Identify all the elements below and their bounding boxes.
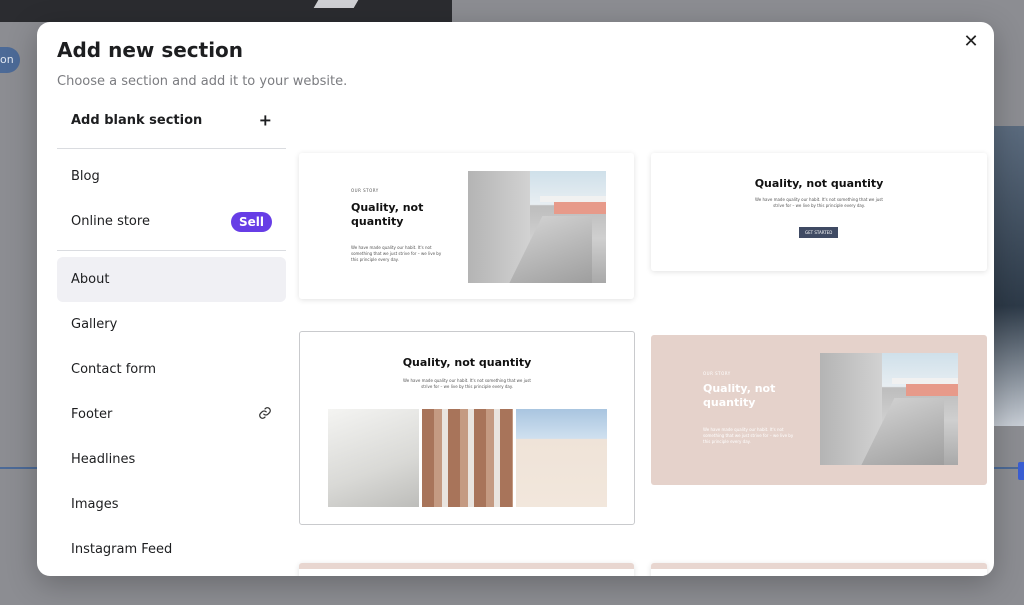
add-blank-section-label: Add blank section [71,112,203,128]
template-heading: Quality, not quantity [754,177,884,190]
sidebar-item-headlines[interactable]: Headlines [57,437,286,482]
sidebar-item-label: Instagram Feed [71,542,173,557]
template-body: We have made quality our habit. It's not… [403,378,531,389]
background-image-right [992,126,1024,426]
sidebar-item-images[interactable]: Images [57,482,286,527]
template-body: We have made quality our habit. It's not… [703,427,794,444]
plus-icon: + [258,110,272,130]
background-pill: on [0,47,20,73]
sidebar-item-label: Gallery [71,317,118,332]
sidebar-item-contact-form[interactable]: Contact form [57,347,286,392]
sidebar-item-instagram-feed[interactable]: Instagram Feed [57,527,286,572]
template-card[interactable] [651,563,987,576]
selection-handle [1018,462,1024,480]
divider [57,148,286,149]
template-eyebrow: OUR STORY [703,371,731,376]
section-templates-grid: OUR STORY Quality, not quantity We have … [299,147,989,576]
template-heading: Quality, not quantity [402,356,532,369]
background-image [0,0,452,22]
add-section-modal: Add new section Choose a section and add… [37,22,994,576]
modal-title: Add new section [57,38,244,62]
sidebar-item-label: About [71,272,110,287]
template-image [516,409,607,507]
selection-line [0,467,40,469]
template-eyebrow: OUR STORY [351,188,379,193]
sidebar-item-about[interactable]: About [57,257,286,302]
close-icon[interactable]: ✕ [960,30,982,52]
sidebar-item-blog[interactable]: Blog [57,154,286,199]
sidebar-item-gallery[interactable]: Gallery [57,302,286,347]
template-heading: Quality, not quantity [703,382,776,409]
template-image [468,171,606,283]
sell-badge: Sell [230,211,272,232]
template-image [820,353,958,465]
modal-subtitle: Choose a section and add it to your webs… [57,74,348,89]
sidebar-item-label: Blog [71,169,100,184]
template-card[interactable] [299,563,634,576]
template-card[interactable]: OUR STORY Quality, not quantity We have … [299,153,634,299]
sidebar-item-label: Images [71,497,119,512]
section-sidebar: Add blank section + Blog Online store Se… [57,100,286,576]
sidebar-item-label: Footer [71,407,113,422]
link-icon [258,406,272,424]
template-heading: Quality, not quantity [351,201,424,228]
sidebar-item-online-store[interactable]: Online store Sell [57,199,286,244]
add-blank-section-button[interactable]: Add blank section + [57,100,286,140]
template-image [422,409,513,507]
template-card[interactable]: OUR STORY Quality, not quantity We have … [651,335,987,485]
template-body: We have made quality our habit. It's not… [755,197,883,208]
divider [57,250,286,251]
template-body: We have made quality our habit. It's not… [351,245,442,262]
template-card[interactable]: Quality, not quantity We have made quali… [299,331,635,525]
template-image [328,409,419,507]
sidebar-item-footer[interactable]: Footer [57,392,286,437]
sidebar-item-label: Headlines [71,452,136,467]
template-card[interactable]: Quality, not quantity We have made quali… [651,153,987,271]
template-cta-button: GET STARTED [799,227,839,238]
sidebar-item-label: Online store [71,214,150,229]
sidebar-item-label: Contact form [71,362,157,377]
